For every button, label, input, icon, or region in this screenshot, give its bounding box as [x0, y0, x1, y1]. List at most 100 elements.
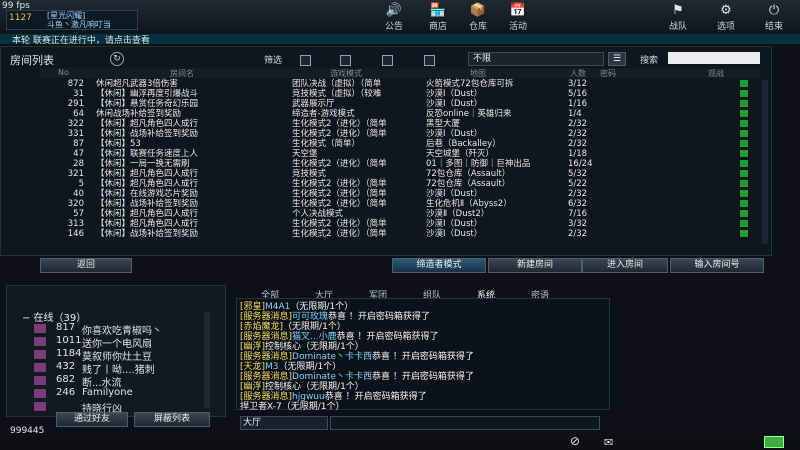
spectate-icon[interactable]: [740, 170, 748, 177]
chat-nick: M3: [265, 362, 279, 372]
spectate-icon[interactable]: [740, 100, 748, 107]
room-map: 沙漠Ⅰ（Dust）: [426, 89, 483, 99]
table-row[interactable]: 331 【休闲】战场补给签到奖励 生化模式2（进化）（简单 沙漠Ⅰ（Dust） 2/32: [40, 130, 760, 138]
spectate-icon[interactable]: [740, 90, 748, 97]
table-row[interactable]: 28 【休闲】一局一换无需刷 生化模式2（进化）（简单 01｜多图｜防御｜巨神出品 16…: [40, 160, 760, 168]
chat-tab[interactable]: 系统: [464, 288, 508, 301]
room-no: 64: [73, 109, 84, 119]
gear-icon: ⚙: [720, 3, 732, 18]
warehouse-button[interactable]: 📦 仓库: [460, 2, 496, 32]
room-count: 1/4: [568, 109, 582, 119]
spectate-icon[interactable]: [740, 190, 748, 197]
table-row[interactable]: 5 【休闲】超凡角色四人成行 生化模式2（进化）（简单 72包仓库（Assault） 5…: [40, 180, 760, 188]
refresh-icon[interactable]: ↻: [110, 52, 124, 66]
room-count: 2/32: [568, 139, 588, 149]
table-row[interactable]: 87 【休闲】53 生化模式（简单） 后巷（Backalley） 2/32: [40, 140, 760, 148]
list-item[interactable]: 817 你喜欢吃青椒吗丶: [34, 322, 204, 337]
chat-tab[interactable]: 组队: [410, 288, 454, 301]
shop-button[interactable]: 🏪 商店: [420, 2, 456, 32]
chat-tab[interactable]: 大厅: [302, 288, 346, 301]
room-map: 天空城堡（歼灭）: [426, 149, 495, 159]
room-name: 【休闲】悬赏任务奇幻乐园: [96, 99, 199, 109]
spectate-icon[interactable]: [740, 230, 748, 237]
mail-icon[interactable]: ✉: [604, 436, 613, 449]
list-item[interactable]: 682 断...水流: [34, 374, 204, 389]
spectate-icon[interactable]: [740, 140, 748, 147]
chat-nick: Dominate丶卡卡西: [292, 372, 373, 382]
spectate-icon[interactable]: [740, 110, 748, 117]
room-name: 【休闲】战场补给签到奖励: [96, 129, 199, 139]
table-row[interactable]: 291 【休闲】悬赏任务奇幻乐园 武器展示厅 沙漠Ⅰ（Dust） 1/16: [40, 100, 760, 108]
table-row[interactable]: 47 【休闲】联赛任务速度上人 天空堡 天空城堡（歼灭） 1/18: [40, 150, 760, 158]
filter-checkbox-4[interactable]: [424, 55, 435, 66]
chat-channel-select[interactable]: 大厅: [240, 416, 328, 430]
team-button[interactable]: ⚑ 战队: [660, 2, 696, 32]
search-label: 搜索: [640, 56, 659, 66]
filter-checkbox-3[interactable]: [382, 55, 393, 66]
room-map: 后巷（Backalley）: [426, 139, 501, 149]
input-room-button[interactable]: 输入房间号: [670, 258, 764, 273]
room-map: 沙漠Ⅰ（Dust）: [426, 219, 483, 229]
list-item[interactable]: 1184 莫叙师你灶土豆: [34, 348, 204, 363]
chat-tab[interactable]: 全部: [248, 288, 292, 301]
spectate-icon[interactable]: [740, 180, 748, 187]
friend-scrollbar[interactable]: [204, 312, 210, 408]
list-item[interactable]: 432 贱了丨呦....猪刺: [34, 361, 204, 376]
table-row[interactable]: 321 【休闲】超凡角色四人成行 竞技模式 72包仓库（Assault） 5/32: [40, 170, 760, 178]
spectate-icon[interactable]: [740, 80, 748, 87]
col-name: 房间名: [170, 69, 194, 78]
add-friend-button[interactable]: 通过好友: [56, 412, 128, 427]
filter-checkbox-2[interactable]: [340, 55, 351, 66]
spectate-icon[interactable]: [740, 150, 748, 157]
back-button[interactable]: 返回: [40, 258, 132, 273]
new-room-button[interactable]: 新建房间: [488, 258, 582, 273]
table-row[interactable]: 57 【休闲】超凡角色四人成行 个人决战模式 沙漠Ⅱ（Dust2） 7/16: [40, 210, 760, 218]
user-info[interactable]: 1127 [星光闪耀] 斗鱼丶激凡响叮当: [6, 10, 138, 30]
search-input[interactable]: [668, 52, 760, 64]
block-list-button[interactable]: 屏蔽列表: [134, 412, 210, 427]
table-row[interactable]: 313 【休闲】超凡角色四人成行 生化模式2（进化）（简单 沙漠Ⅰ（Dust） 3/32: [40, 220, 760, 228]
chat-nick: Dominate丶卡卡西: [292, 352, 373, 362]
table-row[interactable]: 872 休闲超凡武器3倍伤害 团队决战（虚拟）（简单 火箭模式72包仓库可拆 3/12: [40, 80, 760, 88]
chat-message: [邪皇]M4A1（无限期/1个）: [240, 302, 600, 312]
options-button[interactable]: ⚙ 选项: [708, 2, 744, 32]
announcement-bar[interactable]: 本轮 联赛正在进行中，请点击查看: [0, 34, 800, 46]
room-no: 57: [73, 209, 84, 219]
enter-room-button[interactable]: 进入房间: [582, 258, 668, 273]
chat-input[interactable]: [330, 416, 600, 430]
stop-icon[interactable]: ⊘: [570, 434, 580, 448]
table-row[interactable]: 146 【休闲】战场补给签到奖励 生化模式2（进化）（简单 沙漠Ⅰ（Dust） 2/32: [40, 230, 760, 238]
table-row[interactable]: 31 【休闲】幽浮再度引爆战斗 竞技模式（虚拟）（较难 沙漠Ⅰ（Dust） 5/16: [40, 90, 760, 98]
room-name: 【休闲】超凡角色四人成行: [96, 119, 199, 129]
chat-tab[interactable]: 密语: [518, 288, 562, 301]
friend-level: 682: [56, 374, 76, 385]
friend-list: 817 你喜欢吃青椒吗丶 1011 送你一个电风扇 1184 莫叙师你灶土豆 432 贱了丨呦…: [34, 322, 204, 422]
list-item[interactable]: 246 Familyone: [34, 387, 204, 400]
room-list-scrollbar[interactable]: [762, 80, 768, 244]
spectate-icon[interactable]: [740, 210, 748, 217]
list-item[interactable]: 1011 送你一个电风扇: [34, 335, 204, 350]
exit-button[interactable]: ⏻ 结束: [756, 2, 792, 32]
user-name: [星光闪耀] 斗鱼丶激凡响叮当: [47, 11, 111, 29]
room-mode: 生化模式2（进化）（简单: [292, 199, 387, 209]
spectate-icon[interactable]: [740, 160, 748, 167]
filter-select[interactable]: 不限: [468, 52, 604, 66]
table-row[interactable]: 40 【休闲】在线游戏芯片奖励 生化模式2（进化）（简单 沙漠Ⅰ（Dust） 2/32: [40, 190, 760, 198]
creator-mode-button[interactable]: 缔造者模式: [392, 258, 486, 273]
spectate-icon[interactable]: [740, 130, 748, 137]
spectate-icon[interactable]: [740, 120, 748, 127]
friend-level: 246: [56, 387, 76, 398]
table-row[interactable]: 64 休闲战场补给签到奖励 缔造者-游戏模式 反恐online｜英雄归来 1/4: [40, 110, 760, 118]
spectate-icon[interactable]: [740, 220, 748, 227]
chat-text: （无限期/1个）: [278, 362, 342, 372]
filter-checkbox-1[interactable]: [300, 55, 311, 66]
list-view-icon[interactable]: ☰: [608, 52, 626, 66]
notice-button[interactable]: 🔊 公告: [376, 2, 412, 32]
table-row[interactable]: 320 【休闲】战场补给签到奖励 生化模式2（进化）（简单 生化危机Ⅱ（Abyss2）…: [40, 200, 760, 208]
chat-tab[interactable]: 军团: [356, 288, 400, 301]
table-row[interactable]: 322 【休闲】超凡角色四人成行 生化模式2（进化）（简单 黑型大厦 2/32: [40, 120, 760, 128]
spectate-icon[interactable]: [740, 200, 748, 207]
room-mode: 生化模式（简单）: [292, 139, 361, 149]
chat-message: [服务器消息]Dominate丶卡卡西恭喜 ！开启密码箱获得了: [240, 352, 600, 362]
activity-button[interactable]: 📅 活动: [500, 2, 536, 32]
